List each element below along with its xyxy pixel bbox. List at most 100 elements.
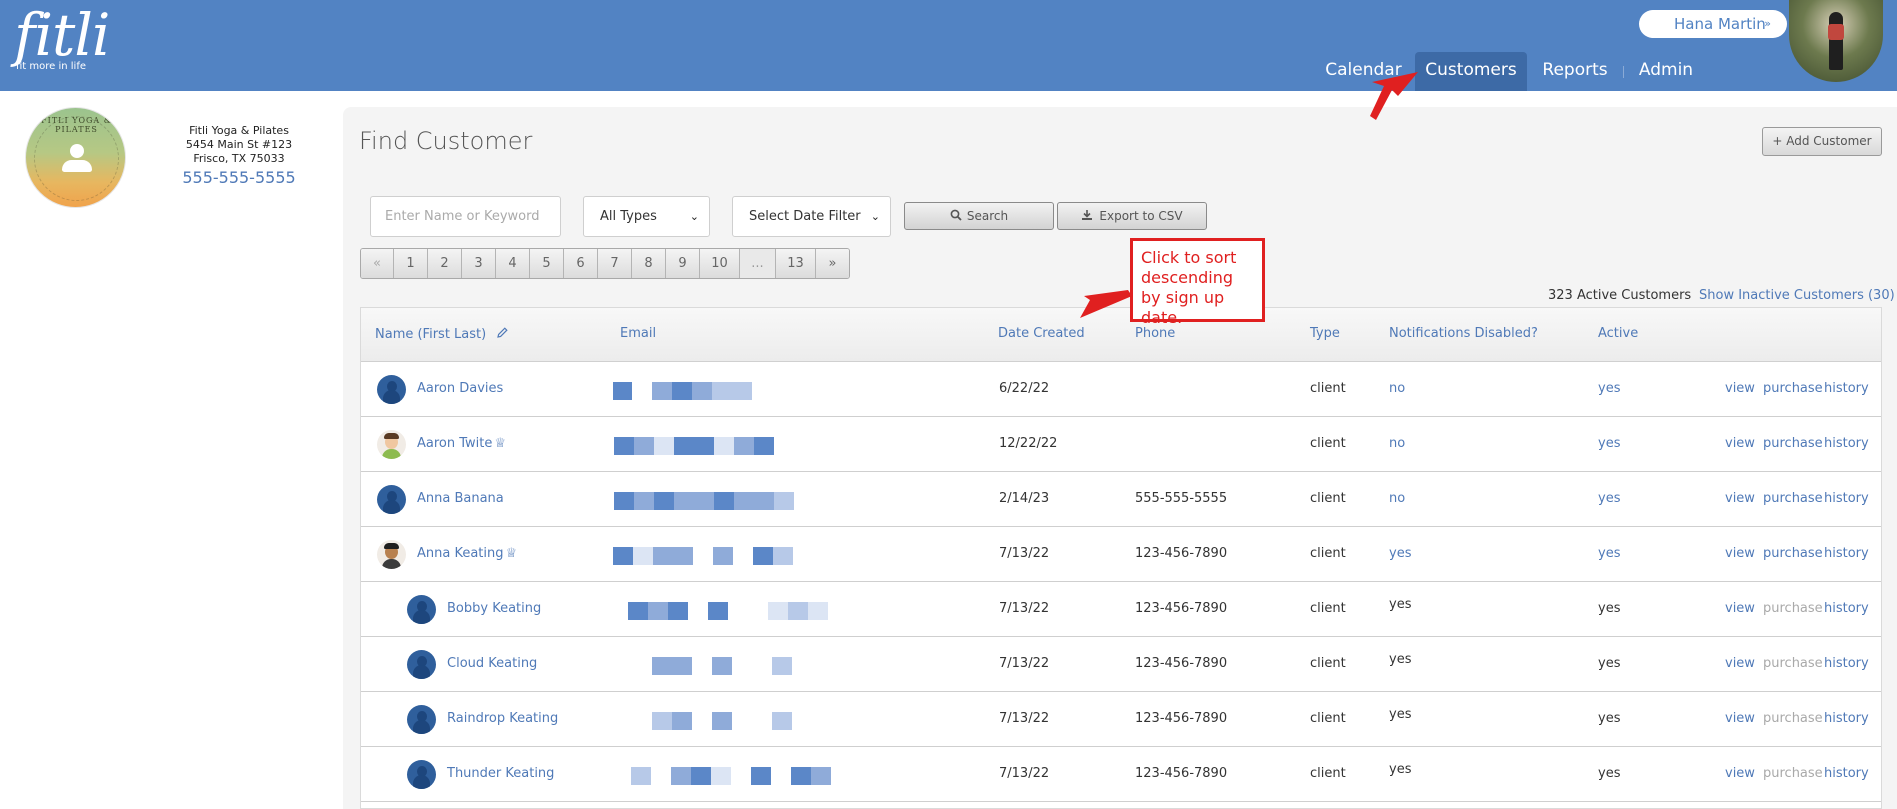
nav-calendar[interactable]: Calendar — [1318, 52, 1409, 91]
notifications-toggle[interactable]: yes — [1389, 546, 1411, 561]
add-customer-button[interactable]: + Add Customer — [1762, 127, 1882, 156]
page-9[interactable]: 9 — [666, 249, 700, 278]
header-phone[interactable]: Phone — [1135, 326, 1175, 341]
header-email[interactable]: Email — [620, 326, 656, 341]
page-2[interactable]: 2 — [428, 249, 462, 278]
active-toggle[interactable]: yes — [1598, 436, 1620, 451]
view-link[interactable]: view — [1725, 491, 1755, 506]
date-created: 7/13/22 — [999, 546, 1050, 561]
fitli-logo[interactable]: fitli fit more in life — [14, 1, 110, 72]
page-8[interactable]: 8 — [632, 249, 666, 278]
nav-separator — [1623, 66, 1624, 78]
avatar-figure — [1829, 12, 1843, 70]
active-value: yes — [1598, 711, 1621, 726]
active-toggle[interactable]: yes — [1598, 491, 1620, 506]
page-prev[interactable]: « — [361, 249, 394, 278]
email-redacted — [631, 747, 831, 802]
history-link[interactable]: history — [1824, 711, 1869, 726]
table-row: Aaron Twite ♕ 12/22/22 client no yes view… — [361, 417, 1881, 472]
header-name[interactable]: Name (First Last) — [375, 326, 509, 342]
page-1[interactable]: 1 — [394, 249, 428, 278]
notifications-toggle[interactable]: no — [1389, 491, 1405, 506]
active-toggle[interactable]: yes — [1598, 381, 1620, 396]
download-icon — [1082, 210, 1093, 220]
user-avatar-icon — [407, 760, 436, 789]
table-row: Raindrop Keating 7/13/22 123-456-7890 cl… — [361, 692, 1881, 747]
page-13[interactable]: 13 — [776, 249, 816, 278]
history-link[interactable]: history — [1824, 656, 1869, 671]
page-7[interactable]: 7 — [598, 249, 632, 278]
nav-customers[interactable]: Customers — [1415, 52, 1527, 91]
page-3[interactable]: 3 — [462, 249, 496, 278]
history-link[interactable]: history — [1824, 546, 1869, 561]
phone: 123-456-7890 — [1135, 601, 1228, 616]
customer-name[interactable]: Raindrop Keating — [447, 711, 558, 726]
notifications-toggle[interactable]: no — [1389, 436, 1405, 451]
studio-logo: FITLI YOGA & PILATES — [25, 107, 126, 208]
customer-name[interactable]: Cloud Keating — [447, 656, 537, 671]
studio-name: Fitli Yoga & Pilates — [189, 124, 289, 137]
page-next[interactable]: » — [816, 249, 849, 278]
header-type[interactable]: Type — [1310, 326, 1340, 341]
notifications-toggle[interactable]: no — [1389, 381, 1405, 396]
header-date-created[interactable]: Date Created — [998, 326, 1085, 341]
user-menu-button[interactable]: Hana Martin » — [1639, 10, 1787, 38]
customer-name[interactable]: Aaron Twite ♕ — [417, 436, 506, 451]
customer-name[interactable]: Anna Keating ♕ — [417, 546, 517, 561]
view-link[interactable]: view — [1725, 546, 1755, 561]
nav-reports[interactable]: Reports — [1535, 52, 1615, 91]
user-avatar[interactable] — [1789, 0, 1883, 82]
purchase-link[interactable]: purchase — [1763, 546, 1823, 561]
logo-wordmark: fitli — [14, 1, 110, 69]
email-redacted — [613, 527, 793, 582]
customer-name[interactable]: Aaron Davies — [417, 381, 503, 396]
page-10[interactable]: 10 — [700, 249, 740, 278]
page-4[interactable]: 4 — [496, 249, 530, 278]
active-toggle[interactable]: yes — [1598, 546, 1620, 561]
table-row: Thunder Keating 7/13/22 123-456-7890 cli… — [361, 747, 1881, 802]
table-row: Anna Banana 2/14/23 555-555-5555 client … — [361, 472, 1881, 527]
studio-phone[interactable]: 555-555-5555 — [160, 168, 318, 187]
history-link[interactable]: history — [1824, 766, 1869, 781]
history-link[interactable]: history — [1824, 601, 1869, 616]
page-6[interactable]: 6 — [564, 249, 598, 278]
header-active[interactable]: Active — [1598, 326, 1638, 341]
purchase-link[interactable]: purchase — [1763, 491, 1823, 506]
view-link[interactable]: view — [1725, 381, 1755, 396]
search-button[interactable]: Search — [904, 202, 1054, 230]
date-created: 7/13/22 — [999, 711, 1050, 726]
history-link[interactable]: history — [1824, 436, 1869, 451]
view-link[interactable]: view — [1725, 766, 1755, 781]
birthday-cake-icon: ♕ — [494, 436, 507, 451]
caret-down-icon: ⌄ — [689, 210, 699, 223]
date-created: 7/13/22 — [999, 766, 1050, 781]
header-notifications[interactable]: Notifications Disabled? — [1389, 326, 1538, 341]
view-link[interactable]: view — [1725, 601, 1755, 616]
user-avatar-icon — [377, 485, 406, 514]
active-value: yes — [1598, 766, 1621, 781]
view-link[interactable]: view — [1725, 711, 1755, 726]
pencil-icon[interactable] — [496, 326, 509, 339]
page-ellipsis: ... — [740, 249, 776, 278]
customer-name[interactable]: Bobby Keating — [447, 601, 541, 616]
purchase-link[interactable]: purchase — [1763, 436, 1823, 451]
customer-name[interactable]: Thunder Keating — [447, 766, 554, 781]
page-5[interactable]: 5 — [530, 249, 564, 278]
customer-type: client — [1310, 601, 1346, 616]
export-csv-button[interactable]: Export to CSV — [1057, 202, 1207, 230]
customer-name[interactable]: Anna Banana — [417, 491, 504, 506]
user-avatar-icon — [377, 540, 406, 569]
purchase-link[interactable]: purchase — [1763, 381, 1823, 396]
pagination: « 1 2 3 4 5 6 7 8 9 10 ... 13 » — [360, 248, 850, 279]
date-filter-select[interactable]: Select Date Filter ⌄ — [732, 196, 891, 237]
view-link[interactable]: view — [1725, 656, 1755, 671]
type-select[interactable]: All Types ⌄ — [583, 196, 710, 237]
date-created: 2/14/23 — [999, 491, 1050, 506]
nav-admin[interactable]: Admin — [1636, 52, 1696, 91]
history-link[interactable]: history — [1824, 491, 1869, 506]
show-inactive-link[interactable]: Show Inactive Customers (30) — [1699, 288, 1895, 303]
view-link[interactable]: view — [1725, 436, 1755, 451]
search-input[interactable] — [370, 196, 561, 237]
history-link[interactable]: history — [1824, 381, 1869, 396]
customer-name-text: Anna Keating — [417, 546, 504, 561]
